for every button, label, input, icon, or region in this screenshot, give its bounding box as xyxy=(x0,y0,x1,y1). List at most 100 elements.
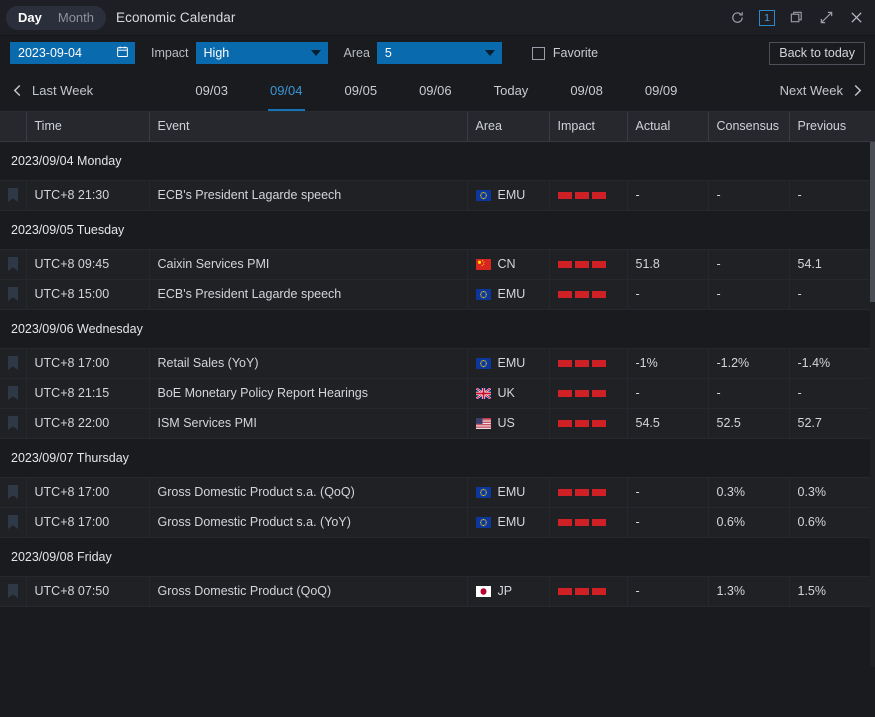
flag-emu-icon xyxy=(476,358,491,369)
flag-emu-icon xyxy=(476,289,491,300)
back-to-today-button[interactable]: Back to today xyxy=(769,42,865,65)
day-tab-5[interactable]: 09/08 xyxy=(549,70,624,111)
area-code: EMU xyxy=(498,515,526,529)
last-week-button[interactable]: Last Week xyxy=(12,83,93,98)
last-week-label: Last Week xyxy=(32,83,93,98)
cell-event[interactable]: Retail Sales (YoY) xyxy=(149,348,467,378)
date-value: 2023-09-04 xyxy=(18,46,82,60)
toggle-day[interactable]: Day xyxy=(10,6,50,30)
day-group-header: 2023/09/06 Wednesday xyxy=(0,309,875,348)
checkbox-box[interactable] xyxy=(532,47,545,60)
cell-actual: - xyxy=(627,378,708,408)
bookmark-icon[interactable] xyxy=(0,279,26,309)
table-row[interactable]: UTC+8 17:00Gross Domestic Product s.a. (… xyxy=(0,507,875,537)
cell-impact xyxy=(549,408,627,438)
cell-event[interactable]: Gross Domestic Product s.a. (QoQ) xyxy=(149,477,467,507)
cell-actual: - xyxy=(627,180,708,210)
date-input[interactable]: 2023-09-04 xyxy=(10,42,135,64)
day-tab-2[interactable]: 09/05 xyxy=(324,70,399,111)
bookmark-icon[interactable] xyxy=(0,408,26,438)
cell-time: UTC+8 17:00 xyxy=(26,507,149,537)
cell-event[interactable]: BoE Monetary Policy Report Hearings xyxy=(149,378,467,408)
toggle-month[interactable]: Month xyxy=(50,6,102,30)
count-badge[interactable]: 1 xyxy=(759,10,775,26)
cell-consensus: 52.5 xyxy=(708,408,789,438)
table-row[interactable]: UTC+8 21:15BoE Monetary Policy Report He… xyxy=(0,378,875,408)
impact-bars xyxy=(558,192,619,199)
cell-area: US xyxy=(467,408,549,438)
area-code: EMU xyxy=(498,188,526,202)
cell-event[interactable]: ISM Services PMI xyxy=(149,408,467,438)
favorite-checkbox[interactable]: Favorite xyxy=(524,46,598,60)
col-time: Time xyxy=(26,112,149,141)
bookmark-icon[interactable] xyxy=(0,378,26,408)
table-row[interactable]: UTC+8 15:00ECB's President Lagarde speec… xyxy=(0,279,875,309)
area-select[interactable]: 5 xyxy=(377,42,502,64)
cell-event[interactable]: Gross Domestic Product (QoQ) xyxy=(149,576,467,606)
flag-emu-icon xyxy=(476,517,491,528)
close-icon[interactable] xyxy=(848,9,865,26)
cell-time: UTC+8 22:00 xyxy=(26,408,149,438)
cell-impact xyxy=(549,477,627,507)
cell-area: EMU xyxy=(467,279,549,309)
cell-consensus: - xyxy=(708,180,789,210)
table-row[interactable]: UTC+8 21:30ECB's President Lagarde speec… xyxy=(0,180,875,210)
day-navigation: Last Week 09/03 09/04 09/05 09/06 Today … xyxy=(0,70,875,112)
impact-bar xyxy=(575,588,589,595)
cell-consensus: - xyxy=(708,279,789,309)
bookmark-icon[interactable] xyxy=(0,477,26,507)
col-event: Event xyxy=(149,112,467,141)
table-header: Time Event Area Impact Actual Consensus … xyxy=(0,112,875,141)
day-tab-0[interactable]: 09/03 xyxy=(174,70,249,111)
area-label: Area xyxy=(344,46,370,60)
next-week-button[interactable]: Next Week xyxy=(780,83,863,98)
cell-time: UTC+8 15:00 xyxy=(26,279,149,309)
refresh-icon[interactable] xyxy=(729,9,746,26)
table-row[interactable]: UTC+8 22:00ISM Services PMIUS54.552.552.… xyxy=(0,408,875,438)
scrollbar-thumb[interactable] xyxy=(870,142,875,302)
cell-actual: 54.5 xyxy=(627,408,708,438)
cell-impact xyxy=(549,180,627,210)
impact-select[interactable]: High xyxy=(196,42,328,64)
cell-event[interactable]: Gross Domestic Product s.a. (YoY) xyxy=(149,507,467,537)
cell-previous: -1.4% xyxy=(789,348,875,378)
windows-icon[interactable] xyxy=(788,9,805,26)
impact-bar xyxy=(575,519,589,526)
cell-area: EMU xyxy=(467,348,549,378)
table-row[interactable]: UTC+8 07:50Gross Domestic Product (QoQ) J… xyxy=(0,576,875,606)
table-row[interactable]: UTC+8 17:00Retail Sales (YoY)EMU-1%-1.2%… xyxy=(0,348,875,378)
impact-bar xyxy=(558,261,572,268)
table-row[interactable]: UTC+8 09:45Caixin Services PMICN51.8-54.… xyxy=(0,249,875,279)
bookmark-icon[interactable] xyxy=(0,180,26,210)
flag-emu-icon xyxy=(476,190,491,201)
impact-bar xyxy=(558,192,572,199)
area-code: JP xyxy=(498,584,513,598)
day-tab-3[interactable]: 09/06 xyxy=(398,70,473,111)
col-consensus: Consensus xyxy=(708,112,789,141)
day-tab-today[interactable]: Today xyxy=(473,70,550,111)
impact-bar xyxy=(558,519,572,526)
day-tab-6[interactable]: 09/09 xyxy=(624,70,699,111)
impact-bars xyxy=(558,588,619,595)
impact-bar xyxy=(575,420,589,427)
cell-event[interactable]: ECB's President Lagarde speech xyxy=(149,180,467,210)
impact-label: Impact xyxy=(151,46,189,60)
cell-actual: -1% xyxy=(627,348,708,378)
cell-area: EMU xyxy=(467,180,549,210)
bookmark-icon[interactable] xyxy=(0,249,26,279)
expand-icon[interactable] xyxy=(818,9,835,26)
cell-consensus: 0.6% xyxy=(708,507,789,537)
cell-event[interactable]: ECB's President Lagarde speech xyxy=(149,279,467,309)
impact-bar xyxy=(558,360,572,367)
day-tab-1[interactable]: 09/04 xyxy=(249,70,324,111)
cell-time: UTC+8 07:50 xyxy=(26,576,149,606)
day-month-toggle[interactable]: Day Month xyxy=(6,6,106,30)
bookmark-icon[interactable] xyxy=(0,348,26,378)
bookmark-icon[interactable] xyxy=(0,507,26,537)
calendar-icon[interactable] xyxy=(116,45,129,61)
cell-event[interactable]: Caixin Services PMI xyxy=(149,249,467,279)
bookmark-icon[interactable] xyxy=(0,576,26,606)
cell-impact xyxy=(549,348,627,378)
cell-previous: - xyxy=(789,279,875,309)
table-row[interactable]: UTC+8 17:00Gross Domestic Product s.a. (… xyxy=(0,477,875,507)
